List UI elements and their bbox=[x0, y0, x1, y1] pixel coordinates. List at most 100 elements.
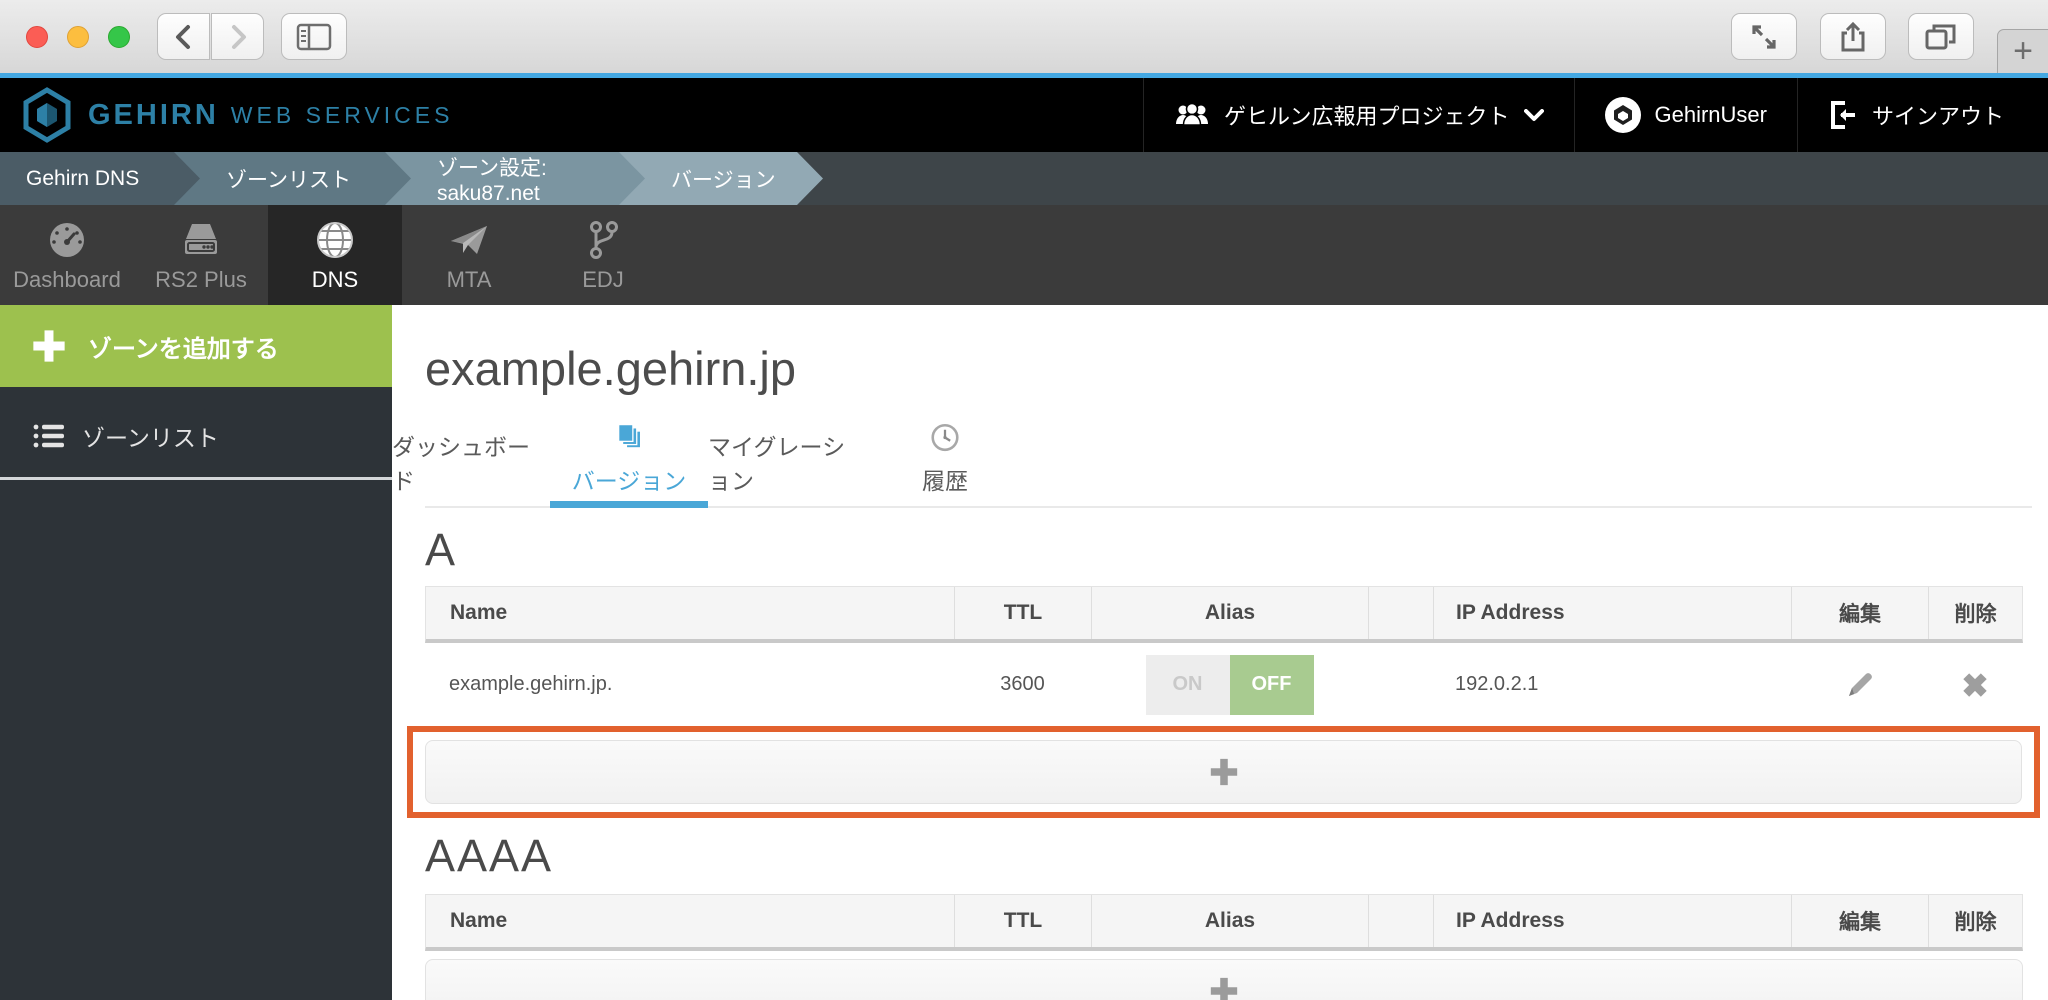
alias-on-button[interactable]: ON bbox=[1146, 655, 1230, 715]
chevron-down-icon bbox=[1524, 109, 1544, 122]
table-header-row: Name TTL Alias IP Address 編集 削除 bbox=[425, 586, 2023, 643]
gehirn-hexagon-icon bbox=[22, 87, 72, 143]
header-menu: ゲヒルン広報用プロジェクト GehirnUser サインアウト bbox=[1143, 78, 2048, 152]
tabs-icon bbox=[1924, 21, 1958, 53]
table-header-row: Name TTL Alias IP Address 編集 削除 bbox=[425, 894, 2023, 951]
nav-item-mta[interactable]: MTA bbox=[402, 205, 536, 305]
signout-button[interactable]: サインアウト bbox=[1797, 78, 2048, 152]
user-avatar bbox=[1605, 97, 1641, 133]
column-header-alias: Alias bbox=[1092, 895, 1369, 947]
fullscreen-button[interactable] bbox=[1731, 13, 1797, 60]
add-zone-button[interactable]: ゾーンを追加する bbox=[0, 305, 392, 387]
tab-history[interactable]: 履歴 bbox=[866, 422, 1024, 506]
forward-button[interactable] bbox=[211, 13, 264, 60]
tab-version[interactable]: バージョン bbox=[550, 422, 708, 506]
zone-title: example.gehirn.jp bbox=[425, 341, 2048, 396]
table-row: example.gehirn.jp. 3600 ON OFF 192.0.2.1 bbox=[425, 643, 2023, 726]
gehirn-logo[interactable]: GEHIRN WEB SERVICES bbox=[0, 78, 453, 152]
add-a-record-button[interactable] bbox=[425, 740, 2022, 804]
app-header: GEHIRN WEB SERVICES ゲヒルン広報用プロジェクト Gehirn… bbox=[0, 78, 2048, 152]
nav-label: EDJ bbox=[582, 267, 624, 293]
plus-icon bbox=[1208, 975, 1240, 1000]
zone-list-label: ゾーンリスト bbox=[82, 419, 219, 453]
gauge-icon bbox=[45, 218, 89, 262]
zone-tabs-bar: ダッシュボード バージョン bbox=[425, 422, 2032, 508]
breadcrumb-version[interactable]: バージョン bbox=[619, 152, 823, 205]
nav-item-dashboard[interactable]: Dashboard bbox=[0, 205, 134, 305]
close-window-button[interactable] bbox=[26, 26, 48, 48]
zoom-window-button[interactable] bbox=[108, 26, 130, 48]
new-tab-button[interactable]: + bbox=[1997, 29, 2048, 73]
record-type-heading-a: A bbox=[425, 524, 2048, 576]
alias-off-button[interactable]: OFF bbox=[1230, 655, 1314, 715]
column-header-ttl: TTL bbox=[955, 587, 1092, 639]
column-header-spacer bbox=[1369, 895, 1434, 947]
share-icon bbox=[1837, 21, 1869, 53]
tab-label: ダッシュボード bbox=[392, 428, 550, 496]
nav-item-dns[interactable]: DNS bbox=[268, 205, 402, 305]
sidebar-divider bbox=[0, 477, 392, 480]
minimize-window-button[interactable] bbox=[67, 26, 89, 48]
column-header-name: Name bbox=[426, 587, 955, 639]
sidebar: ゾーンを追加する ゾーンリスト bbox=[0, 305, 392, 1000]
breadcrumb-zone-list[interactable]: ゾーンリスト bbox=[174, 152, 411, 205]
chevron-left-icon bbox=[170, 23, 198, 51]
sidebar-toggle-button[interactable] bbox=[281, 13, 347, 60]
add-aaaa-record-button[interactable] bbox=[425, 959, 2023, 1000]
nav-item-edj[interactable]: EDJ bbox=[536, 205, 670, 305]
nav-label: DNS bbox=[312, 267, 358, 293]
aaaa-record-table: Name TTL Alias IP Address 編集 削除 bbox=[425, 894, 2023, 951]
tab-dashboard[interactable]: ダッシュボード bbox=[392, 422, 550, 506]
column-header-spacer bbox=[1369, 587, 1434, 639]
fullscreen-icon bbox=[1748, 21, 1780, 53]
window-controls bbox=[26, 26, 130, 48]
gehirn-mark-icon bbox=[1613, 104, 1633, 126]
user-menu[interactable]: GehirnUser bbox=[1574, 78, 1797, 152]
column-header-delete: 削除 bbox=[1929, 895, 2022, 947]
breadcrumb: Gehirn DNS ゾーンリスト ゾーン設定: saku87.net バージョ… bbox=[0, 152, 2048, 205]
main-content: example.gehirn.jp ダッシュボード バージョン bbox=[392, 305, 2048, 1000]
plus-icon bbox=[1208, 756, 1240, 788]
breadcrumb-zone-settings[interactable]: ゾーン設定: saku87.net bbox=[385, 152, 645, 205]
column-header-delete: 削除 bbox=[1929, 587, 2022, 639]
brand-suffix: WEB SERVICES bbox=[231, 102, 454, 129]
back-button[interactable] bbox=[157, 13, 210, 60]
breadcrumb-gehirn-dns[interactable]: Gehirn DNS bbox=[0, 152, 200, 205]
column-header-name: Name bbox=[426, 895, 955, 947]
tab-label: マイグレーション bbox=[708, 428, 866, 496]
record-type-heading-aaaa: AAAA bbox=[425, 828, 2048, 884]
tab-label: 履歴 bbox=[922, 462, 968, 496]
sidebar-icon bbox=[296, 22, 332, 52]
git-branch-icon bbox=[581, 218, 625, 262]
services-nav: Dashboard RS2 Plus DNS MTA bbox=[0, 205, 2048, 305]
plus-icon bbox=[30, 327, 68, 365]
spacer-cell bbox=[1368, 643, 1433, 726]
delete-x-icon[interactable] bbox=[1958, 668, 1992, 702]
nav-label: Dashboard bbox=[13, 267, 121, 293]
signout-label: サインアウト bbox=[1872, 99, 2004, 131]
tab-overview-button[interactable] bbox=[1908, 13, 1974, 60]
brand-name: GEHIRN bbox=[88, 99, 219, 132]
edit-pencil-icon[interactable] bbox=[1844, 669, 1876, 701]
project-selector[interactable]: ゲヒルン広報用プロジェクト bbox=[1143, 78, 1574, 152]
tab-label: バージョン bbox=[572, 462, 687, 496]
sidebar-item-zone-list[interactable]: ゾーンリスト bbox=[0, 399, 392, 473]
clock-icon bbox=[921, 422, 969, 453]
add-zone-label: ゾーンを追加する bbox=[88, 329, 279, 364]
user-name: GehirnUser bbox=[1655, 102, 1767, 128]
column-header-ttl: TTL bbox=[955, 895, 1092, 947]
column-header-ip: IP Address bbox=[1434, 587, 1792, 639]
share-button[interactable] bbox=[1820, 13, 1886, 60]
record-name: example.gehirn.jp. bbox=[425, 643, 954, 726]
column-header-edit: 編集 bbox=[1792, 895, 1929, 947]
highlighted-add-record-area bbox=[407, 726, 2040, 818]
column-header-edit: 編集 bbox=[1792, 587, 1929, 639]
nav-label: RS2 Plus bbox=[155, 267, 247, 293]
nav-label: MTA bbox=[447, 267, 492, 293]
server-icon bbox=[179, 218, 223, 262]
tab-migration[interactable]: マイグレーション bbox=[708, 422, 866, 506]
layers-icon bbox=[605, 422, 653, 453]
a-record-table: Name TTL Alias IP Address 編集 削除 example.… bbox=[425, 586, 2023, 726]
browser-toolbar: + bbox=[0, 0, 2048, 73]
nav-item-rs2-plus[interactable]: RS2 Plus bbox=[134, 205, 268, 305]
